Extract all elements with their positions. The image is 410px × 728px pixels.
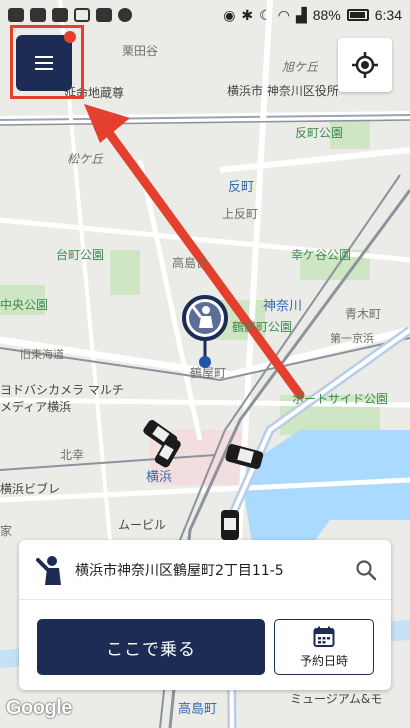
map-label: ミュージアム&モ: [290, 692, 383, 706]
map-label: 神奈川: [263, 299, 303, 314]
map-label: 栗田谷: [122, 44, 159, 58]
map-label: 旭ケ丘: [282, 60, 319, 74]
current-location-button[interactable]: [338, 38, 392, 92]
pickup-pin[interactable]: [181, 294, 229, 370]
map-label: 幸ケ谷公園: [291, 248, 352, 262]
calendar-icon: [313, 626, 335, 647]
map-label: 旧東海道: [20, 348, 64, 361]
crosshair-icon: [352, 52, 378, 78]
dot-icon: [118, 8, 132, 22]
map-label: 中央公園: [0, 298, 49, 312]
battery-percent: 88%: [312, 7, 341, 23]
map-label: 反町: [228, 180, 255, 195]
pickup-address: 横浜市神奈川区鶴屋町2丁目11-5: [75, 562, 284, 579]
wifi-icon: ◠: [277, 6, 290, 23]
reserve-datetime-button[interactable]: 予約日時: [274, 619, 374, 675]
map-label: 上反町: [222, 207, 259, 221]
message-icon: [8, 8, 24, 22]
bluetooth-icon: ✱: [241, 6, 254, 23]
google-logo[interactable]: Google: [6, 697, 72, 720]
battery-icon: [346, 9, 369, 21]
map-label: 青木町: [345, 307, 382, 321]
search-icon[interactable]: [355, 559, 377, 581]
map-label: 松ケ丘: [67, 152, 104, 166]
map-label: 横浜市 神奈川区役所: [227, 84, 339, 98]
ride-here-button[interactable]: ここで乗る: [37, 619, 265, 675]
map-label: 台町公園: [56, 248, 105, 262]
map-label: ポートサイド公園: [292, 392, 389, 406]
pickup-card: 横浜市神奈川区鶴屋町2丁目11-5 ここで乗る 予約日時: [19, 540, 391, 690]
passenger-icon: [36, 555, 61, 585]
map-label: 高島台: [172, 256, 209, 270]
map-label: 反町公園: [295, 126, 344, 140]
chat-icon: [30, 8, 46, 22]
map-label: 高島町: [178, 702, 218, 717]
gallery-icon: [96, 8, 112, 22]
line-icon: [52, 8, 68, 22]
map-label: 第一京浜: [330, 332, 374, 345]
clock: 6:34: [374, 7, 402, 23]
mail-icon: [74, 8, 90, 22]
location-icon: ◉: [223, 6, 236, 23]
map-label: 鶴屋町公園: [232, 320, 293, 334]
map-label: 北幸: [60, 448, 85, 462]
map-label: 家: [0, 524, 13, 538]
notification-dot: [64, 31, 76, 43]
reserve-label: 予約日時: [299, 653, 348, 668]
map-label: ムービル: [118, 518, 167, 532]
map-label: 横浜ビブレ: [0, 482, 61, 496]
map-label: ヨドバシカメラ マルチメディア横浜: [0, 383, 124, 414]
moon-icon: ☾: [259, 6, 272, 23]
address-row[interactable]: 横浜市神奈川区鶴屋町2丁目11-5: [19, 540, 391, 600]
signal-icon: ▟: [295, 6, 307, 23]
menu-button[interactable]: [16, 35, 72, 91]
hamburger-icon: [35, 52, 53, 74]
